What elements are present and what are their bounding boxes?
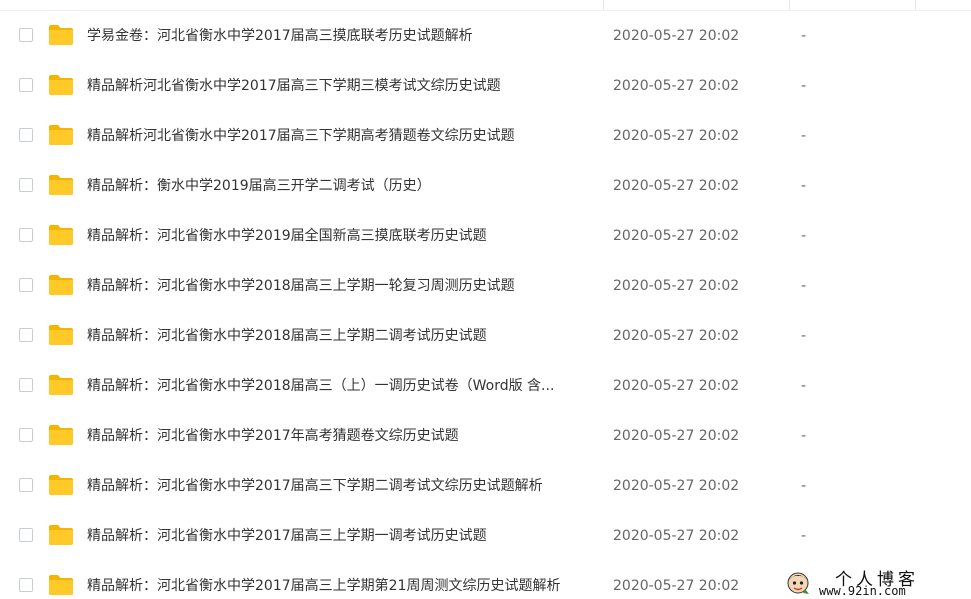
file-size: - bbox=[801, 328, 807, 344]
file-size: - bbox=[801, 378, 807, 394]
file-row[interactable]: 精品解析：河北省衡水中学2018届高三（上）一调历史试卷（Word版 含... 2… bbox=[0, 361, 971, 411]
file-date: 2020-05-27 20:02 bbox=[613, 528, 740, 544]
file-row[interactable]: 精品解析：河北省衡水中学2017年高考猜题卷文综历史试题 2020-05-27 2… bbox=[0, 411, 971, 461]
checkbox-icon[interactable] bbox=[19, 228, 33, 242]
column-divider[interactable] bbox=[603, 0, 604, 10]
file-name[interactable]: 精品解析：河北省衡水中学2017年高考猜题卷文综历史试题 bbox=[87, 411, 592, 461]
file-name[interactable]: 精品解析：河北省衡水中学2018届高三上学期一轮复习周测历史试题 bbox=[87, 261, 592, 311]
file-date: 2020-05-27 20:02 bbox=[613, 278, 740, 294]
checkbox-icon[interactable] bbox=[19, 578, 33, 592]
file-size: - bbox=[801, 278, 807, 294]
file-size: - bbox=[801, 178, 807, 194]
file-name[interactable]: 精品解析河北省衡水中学2017届高三下学期高考猜题卷文综历史试题 bbox=[87, 111, 592, 161]
file-size: - bbox=[801, 528, 807, 544]
file-name[interactable]: 精品解析：河北省衡水中学2017届高三上学期第21周周测文综历史试题解析 bbox=[87, 561, 592, 599]
file-row[interactable]: 精品解析：河北省衡水中学2019届全国新高三摸底联考历史试题 2020-05-27… bbox=[0, 211, 971, 261]
column-divider[interactable] bbox=[789, 0, 790, 10]
checkbox-icon[interactable] bbox=[19, 478, 33, 492]
file-row[interactable]: 精品解析河北省衡水中学2017届高三下学期三模考试文综历史试题 2020-05-2… bbox=[0, 61, 971, 111]
file-date: 2020-05-27 20:02 bbox=[613, 328, 740, 344]
checkbox-icon[interactable] bbox=[19, 328, 33, 342]
file-date: 2020-05-27 20:02 bbox=[613, 378, 740, 394]
file-date: 2020-05-27 20:02 bbox=[613, 228, 740, 244]
file-date: 2020-05-27 20:02 bbox=[613, 128, 740, 144]
file-name[interactable]: 学易金卷：河北省衡水中学2017届高三摸底联考历史试题解析 bbox=[87, 11, 592, 61]
folder-icon bbox=[49, 125, 73, 145]
checkbox-icon[interactable] bbox=[19, 428, 33, 442]
file-name[interactable]: 精品解析：河北省衡水中学2018届高三（上）一调历史试卷（Word版 含... bbox=[87, 361, 592, 411]
folder-icon bbox=[49, 375, 73, 395]
file-size: - bbox=[801, 228, 807, 244]
checkbox-icon[interactable] bbox=[19, 278, 33, 292]
file-row[interactable]: 精品解析：河北省衡水中学2017届高三下学期二调考试文综历史试题解析 2020-0… bbox=[0, 461, 971, 511]
checkbox-icon[interactable] bbox=[19, 78, 33, 92]
file-size: - bbox=[801, 78, 807, 94]
file-name[interactable]: 精品解析：河北省衡水中学2018届高三上学期二调考试历史试题 bbox=[87, 311, 592, 361]
file-date: 2020-05-27 20:02 bbox=[613, 478, 740, 494]
folder-icon bbox=[49, 225, 73, 245]
list-header bbox=[0, 0, 971, 11]
file-size: - bbox=[801, 128, 807, 144]
blog-watermark: 个人博客 www.92in.com bbox=[775, 567, 971, 599]
folder-icon bbox=[49, 325, 73, 345]
column-divider[interactable] bbox=[915, 0, 916, 10]
file-row[interactable]: 学易金卷：河北省衡水中学2017届高三摸底联考历史试题解析 2020-05-27 … bbox=[0, 11, 971, 61]
file-name[interactable]: 精品解析：河北省衡水中学2017届高三上学期一调考试历史试题 bbox=[87, 511, 592, 561]
folder-icon bbox=[49, 525, 73, 545]
file-row[interactable]: 精品解析：河北省衡水中学2018届高三上学期二调考试历史试题 2020-05-27… bbox=[0, 311, 971, 361]
file-row[interactable]: 精品解析：河北省衡水中学2018届高三上学期一轮复习周测历史试题 2020-05-… bbox=[0, 261, 971, 311]
file-row[interactable]: 精品解析：衡水中学2019届高三开学二调考试（历史） 2020-05-27 20:… bbox=[0, 161, 971, 211]
file-list-page: 学易金卷：河北省衡水中学2017届高三摸底联考历史试题解析 2020-05-27 … bbox=[0, 0, 971, 599]
file-name[interactable]: 精品解析河北省衡水中学2017届高三下学期三模考试文综历史试题 bbox=[87, 61, 592, 111]
file-name[interactable]: 精品解析：河北省衡水中学2019届全国新高三摸底联考历史试题 bbox=[87, 211, 592, 261]
file-row[interactable]: 精品解析：河北省衡水中学2017届高三上学期一调考试历史试题 2020-05-27… bbox=[0, 511, 971, 561]
file-row[interactable]: 精品解析河北省衡水中学2017届高三下学期高考猜题卷文综历史试题 2020-05-… bbox=[0, 111, 971, 161]
file-date: 2020-05-27 20:02 bbox=[613, 78, 740, 94]
folder-icon bbox=[49, 175, 73, 195]
file-name[interactable]: 精品解析：河北省衡水中学2017届高三下学期二调考试文综历史试题解析 bbox=[87, 461, 592, 511]
file-list: 学易金卷：河北省衡水中学2017届高三摸底联考历史试题解析 2020-05-27 … bbox=[0, 11, 971, 599]
checkbox-icon[interactable] bbox=[19, 178, 33, 192]
folder-icon bbox=[49, 425, 73, 445]
file-size: - bbox=[801, 28, 807, 44]
folder-icon bbox=[49, 475, 73, 495]
file-date: 2020-05-27 20:02 bbox=[613, 178, 740, 194]
folder-icon bbox=[49, 575, 73, 595]
file-date: 2020-05-27 20:02 bbox=[613, 428, 740, 444]
folder-icon bbox=[49, 275, 73, 295]
checkbox-icon[interactable] bbox=[19, 28, 33, 42]
checkbox-icon[interactable] bbox=[19, 528, 33, 542]
avatar-icon bbox=[787, 572, 809, 594]
checkbox-icon[interactable] bbox=[19, 378, 33, 392]
folder-icon bbox=[49, 75, 73, 95]
folder-icon bbox=[49, 25, 73, 45]
file-date: 2020-05-27 20:02 bbox=[613, 28, 740, 44]
checkbox-icon[interactable] bbox=[19, 128, 33, 142]
watermark-url: www.92in.com bbox=[819, 584, 906, 598]
file-size: - bbox=[801, 478, 807, 494]
file-date: 2020-05-27 20:02 bbox=[613, 578, 740, 594]
file-name[interactable]: 精品解析：衡水中学2019届高三开学二调考试（历史） bbox=[87, 161, 592, 211]
file-size: - bbox=[801, 428, 807, 444]
